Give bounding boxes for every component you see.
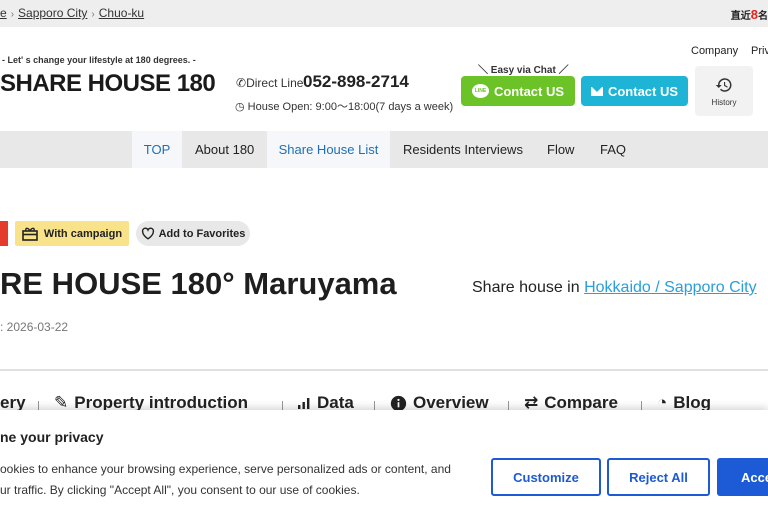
breadcrumb: e › Sapporo City › Chuo-ku bbox=[0, 6, 144, 20]
breadcrumb-separator: › bbox=[91, 9, 95, 20]
breadcrumb-city-link[interactable]: Sapporo City bbox=[18, 6, 87, 20]
envelope-icon bbox=[590, 86, 603, 96]
breadcrumb-separator: › bbox=[10, 9, 15, 20]
accept-all-button[interactable]: Acce bbox=[717, 458, 768, 496]
page-title: RE HOUSE 180° Maruyama bbox=[0, 266, 397, 301]
customize-button[interactable]: Customize bbox=[491, 458, 601, 496]
location-prefix: Share house in bbox=[472, 279, 580, 296]
breadcrumb-ward-link[interactable]: Chuo-ku bbox=[99, 6, 144, 20]
breadcrumb-home-link[interactable]: e bbox=[0, 6, 7, 20]
heart-icon bbox=[141, 227, 154, 240]
reject-all-button[interactable]: Reject All bbox=[607, 458, 710, 496]
direct-line-label: ✆Direct Line bbox=[236, 76, 303, 90]
history-label: History bbox=[711, 97, 737, 107]
history-button[interactable]: History bbox=[695, 66, 753, 116]
company-link[interactable]: Company bbox=[691, 45, 738, 57]
cookie-banner: ne your privacy ookies to enhance your b… bbox=[0, 410, 768, 512]
phone-icon: ✆ bbox=[236, 76, 247, 90]
line-contact-label: Contact US bbox=[493, 83, 565, 99]
cookie-text-line-2: ur traffic. By clicking "Accept All", yo… bbox=[0, 483, 360, 497]
nav-item-top[interactable]: TOP bbox=[132, 131, 182, 168]
bar-chart-icon bbox=[298, 398, 310, 409]
nav-item-about[interactable]: About 180 bbox=[195, 131, 254, 168]
line-icon: LINE bbox=[471, 84, 489, 98]
recent-suffix: 名 bbox=[758, 11, 768, 22]
status-badge bbox=[0, 221, 8, 246]
section-divider bbox=[0, 369, 768, 371]
cookie-description: ookies to enhance your browsing experien… bbox=[0, 459, 451, 501]
mail-contact-button[interactable]: Contact US bbox=[581, 76, 688, 106]
line-contact-button[interactable]: LINE Contact US bbox=[461, 76, 575, 106]
add-to-favorites-button[interactable]: Add to Favorites bbox=[136, 221, 250, 246]
recent-prefix: 直近 bbox=[730, 11, 751, 22]
direct-line-text: Direct Line bbox=[246, 76, 304, 90]
update-date: : 2026-03-22 bbox=[0, 320, 69, 334]
info-icon bbox=[390, 395, 407, 411]
phone-number[interactable]: 052-898-2714 bbox=[303, 72, 409, 92]
location-link[interactable]: Hokkaido / Sapporo City bbox=[584, 279, 757, 296]
mail-contact-label: Contact US bbox=[607, 83, 679, 99]
open-hours-text: House Open: 9:00～18:00(7 days a week) bbox=[247, 101, 454, 113]
clock-icon: ◷ bbox=[235, 101, 245, 113]
location-text: Share house in Hokkaido / Sapporo City bbox=[472, 279, 757, 297]
favorites-label: Add to Favorites bbox=[158, 227, 246, 240]
gift-icon bbox=[22, 227, 38, 241]
nav-item-interviews[interactable]: Residents Interviews bbox=[403, 131, 523, 168]
cookie-text-line-1: ookies to enhance your browsing experien… bbox=[0, 462, 451, 476]
site-tagline: - Let' s change your lifestyle at 180 de… bbox=[2, 55, 196, 65]
nav-item-share-house-list[interactable]: Share House List bbox=[267, 131, 390, 168]
nav-item-flow[interactable]: Flow bbox=[547, 131, 574, 168]
recent-count-text: 直近8名 bbox=[731, 7, 768, 22]
history-icon bbox=[715, 77, 732, 92]
privacy-link[interactable]: Priv bbox=[751, 45, 768, 57]
open-hours: ◷ House Open: 9:00～18:00(7 days a week) bbox=[235, 98, 453, 114]
chat-label: ＼ Easy via Chat ／ bbox=[478, 65, 569, 76]
recent-number: 8 bbox=[750, 7, 758, 22]
site-logo[interactable]: SHARE HOUSE 180 bbox=[0, 70, 216, 98]
campaign-badge: With campaign bbox=[15, 221, 129, 246]
cookie-title: ne your privacy bbox=[0, 429, 104, 445]
nav-item-faq[interactable]: FAQ bbox=[600, 131, 626, 168]
main-nav: TOP About 180 Share House List Residents… bbox=[0, 131, 768, 168]
breadcrumb-bar: e › Sapporo City › Chuo-ku 直近8名 bbox=[0, 0, 768, 27]
campaign-label: With campaign bbox=[43, 227, 123, 240]
